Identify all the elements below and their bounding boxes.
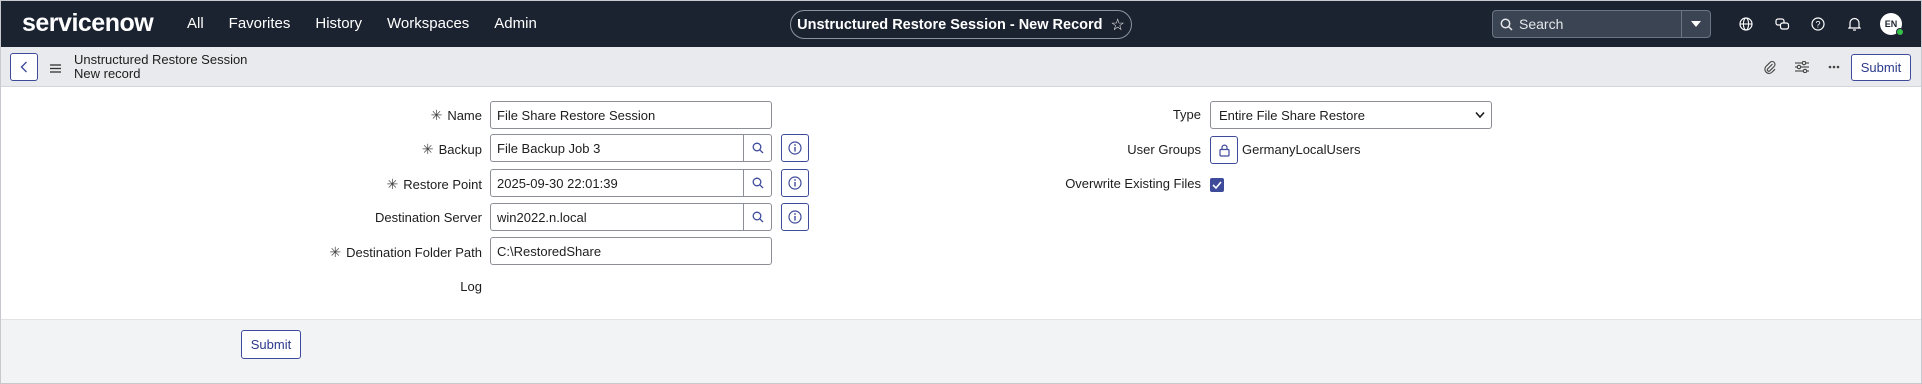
star-icon[interactable]: ☆ (1111, 15, 1125, 35)
backup-field[interactable]: File Backup Job 3 (490, 134, 772, 162)
globe-icon[interactable] (1728, 12, 1764, 36)
submit-button-top[interactable]: Submit (1851, 54, 1911, 81)
chevron-down-icon[interactable] (1681, 11, 1710, 37)
type-select[interactable]: Entire File Share Restore (1210, 101, 1492, 129)
backup-value: File Backup Job 3 (497, 140, 601, 156)
search-icon (1493, 18, 1519, 31)
backup-label: ✳ Backup (380, 141, 482, 158)
record-title: Unstructured Restore Session - New Recor… (797, 16, 1103, 33)
name-label: ✳ Name (380, 107, 482, 124)
type-label: Type (1080, 107, 1201, 122)
record-title-pill[interactable]: Unstructured Restore Session - New Recor… (790, 10, 1132, 39)
servicenow-logo[interactable]: servicenow (22, 9, 154, 38)
header-icons (1754, 57, 1850, 77)
magnifier-icon[interactable] (743, 170, 771, 196)
global-search[interactable] (1492, 10, 1711, 38)
nav-link-workspaces[interactable]: Workspaces (387, 15, 469, 32)
destination-server-info-button[interactable] (781, 203, 809, 231)
destination-folder-path-label: ✳ Destination Folder Path (290, 244, 482, 261)
nav-link-history[interactable]: History (315, 15, 362, 32)
magnifier-icon[interactable] (743, 135, 771, 161)
table-name: Unstructured Restore Session (74, 52, 248, 67)
nav-links: All Favorites History Workspaces Admin (187, 0, 562, 47)
name-label-text: Name (447, 108, 482, 123)
search-input[interactable] (1519, 16, 1669, 32)
back-icon (20, 61, 27, 73)
nav-link-favorites[interactable]: Favorites (229, 15, 291, 32)
log-label: Log (400, 279, 482, 294)
record-label: New record (74, 66, 141, 81)
required-icon: ✳ (386, 176, 399, 192)
overwrite-label-text: Overwrite Existing Files (1065, 176, 1201, 191)
user-groups-value: GermanyLocalUsers (1242, 142, 1361, 157)
avatar-initials: EN (1884, 19, 1898, 29)
more-icon[interactable] (1818, 57, 1850, 77)
destination-server-label: Destination Server (330, 210, 482, 225)
backup-info-button[interactable] (781, 134, 809, 162)
destination-server-value: win2022.n.local (497, 209, 587, 225)
top-nav: servicenow All Favorites History Workspa… (0, 0, 1922, 47)
svg-text:?: ? (1815, 19, 1820, 29)
nav-link-admin[interactable]: Admin (494, 15, 537, 32)
restore-point-label: ✳ Restore Point (370, 176, 483, 193)
required-icon: ✳ (421, 141, 434, 157)
required-icon: ✳ (329, 244, 342, 260)
name-value: File Share Restore Session (497, 107, 656, 123)
avatar[interactable]: EN (1880, 13, 1904, 36)
menu-icon[interactable] (50, 61, 61, 76)
restore-point-value: 2025-09-30 22:01:39 (497, 175, 618, 191)
info-icon (788, 210, 802, 224)
type-value: Entire File Share Restore (1219, 107, 1365, 123)
backup-label-text: Backup (438, 142, 482, 157)
magnifier-icon[interactable] (743, 204, 771, 230)
form-title: Unstructured Restore Session New record (74, 53, 247, 81)
logo-text: servicenow (22, 9, 154, 37)
nav-link-all[interactable]: All (187, 15, 204, 32)
lock-icon (1218, 144, 1230, 157)
presence-dot (1896, 28, 1904, 36)
restore-point-field[interactable]: 2025-09-30 22:01:39 (490, 169, 772, 197)
bell-icon[interactable] (1836, 12, 1872, 36)
user-groups-label: User Groups (1060, 142, 1201, 157)
restore-point-info-button[interactable] (781, 169, 809, 197)
form-header: Unstructured Restore Session New record (0, 47, 1922, 87)
destination-server-label-text: Destination Server (375, 210, 482, 225)
paperclip-icon[interactable] (1754, 57, 1786, 77)
destination-folder-path-field[interactable]: C:\RestoredShare (490, 237, 772, 265)
nav-icons: ? (1728, 12, 1872, 36)
name-field[interactable]: File Share Restore Session (490, 101, 772, 129)
destination-folder-path-label-text: Destination Folder Path (346, 245, 482, 260)
info-icon (788, 176, 802, 190)
user-groups-value-text: GermanyLocalUsers (1242, 142, 1361, 157)
chevron-down-icon (1475, 111, 1485, 119)
checkbox-icon (1212, 181, 1222, 189)
log-label-text: Log (460, 279, 482, 294)
restore-point-label-text: Restore Point (403, 177, 482, 192)
user-groups-lock-button[interactable] (1210, 136, 1238, 164)
submit-button-bottom[interactable]: Submit (241, 330, 301, 359)
user-groups-label-text: User Groups (1127, 142, 1201, 157)
destination-server-field[interactable]: win2022.n.local (490, 203, 772, 231)
chat-icon[interactable] (1764, 12, 1800, 36)
info-icon (788, 141, 802, 155)
overwrite-checkbox[interactable] (1210, 178, 1224, 192)
destination-folder-path-value: C:\RestoredShare (497, 243, 602, 259)
type-label-text: Type (1172, 107, 1201, 122)
settings-icon[interactable] (1786, 57, 1818, 77)
overwrite-label: Overwrite Existing Files (1020, 176, 1201, 191)
help-icon[interactable]: ? (1800, 12, 1836, 36)
back-button[interactable] (10, 53, 38, 81)
required-icon: ✳ (430, 107, 443, 123)
